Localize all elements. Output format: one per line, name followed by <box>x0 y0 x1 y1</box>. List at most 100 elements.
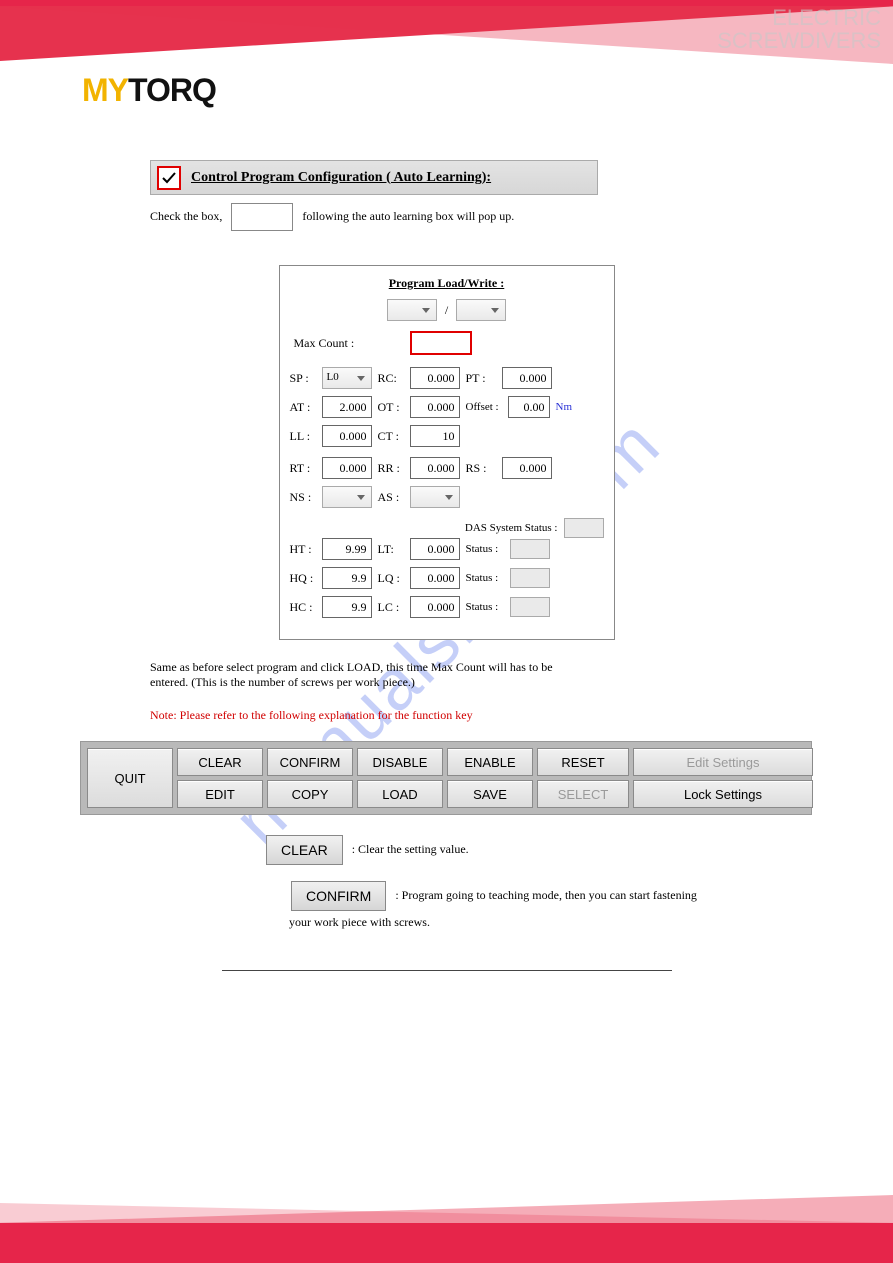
panel-title: Program Load/Write : <box>290 276 604 291</box>
para-load-explain: Same as before select program and click … <box>150 660 813 690</box>
row-hq-lq-status: HQ : 9.9 LQ : 0.000 Status : <box>290 567 604 589</box>
edit-button[interactable]: EDIT <box>177 780 263 808</box>
hr <box>222 970 672 971</box>
status-box-2 <box>510 568 550 588</box>
product-line-1: ELECTRIC <box>717 6 881 29</box>
row-ht-lt-status: HT : 9.99 LT: 0.000 Status : <box>290 538 604 560</box>
pt-input[interactable]: 0.000 <box>502 367 552 389</box>
desc-pre: Check the box, <box>150 209 222 223</box>
checkbox-icon[interactable] <box>157 166 181 190</box>
status-label-1: Status : <box>466 543 506 555</box>
desc-post: following the auto learning box will pop… <box>302 209 514 223</box>
section-title-label: Control Program Configuration ( Auto Lea… <box>191 170 491 186</box>
row-ll-ct: LL : 0.000 CT : 10 <box>290 425 604 447</box>
ll-label: LL : <box>290 429 318 444</box>
clear-button[interactable]: CLEAR <box>177 748 263 776</box>
enable-button[interactable]: ENABLE <box>447 748 533 776</box>
offset-input[interactable]: 0.00 <box>508 396 550 418</box>
sp-label: SP : <box>290 371 318 386</box>
note-text: Note: Please refer to the following expl… <box>150 708 473 722</box>
ct-input[interactable]: 10 <box>410 425 460 447</box>
max-count-row: Max Count : <box>294 331 604 355</box>
row-at-ot-offset: AT :2.000 OT :0.000 Offset :0.00 Nm <box>290 396 604 418</box>
function-key-bar: CLEAR CONFIRM DISABLE ENABLE RESET QUIT … <box>80 741 812 815</box>
ll-input[interactable]: 0.000 <box>322 425 372 447</box>
max-count-label: Max Count : <box>294 336 355 351</box>
offset-label: Offset : <box>466 401 504 413</box>
rc-input[interactable]: 0.000 <box>410 367 460 389</box>
ct-label: CT : <box>378 429 406 444</box>
rt-label: RT : <box>290 461 318 476</box>
pt-label: PT : <box>466 371 498 386</box>
para2-line1: Same as before select program and click … <box>150 660 813 675</box>
confirm-explain: : Program going to teaching mode, then y… <box>395 888 697 902</box>
inline-box-placeholder <box>231 203 293 231</box>
hq-label: HQ : <box>290 571 318 586</box>
rr-input[interactable]: 0.000 <box>410 457 460 479</box>
unit-nm: Nm <box>556 401 573 413</box>
hq-input[interactable]: 9.9 <box>322 567 372 589</box>
ot-input[interactable]: 0.000 <box>410 396 460 418</box>
ns-select[interactable] <box>322 486 372 508</box>
confirm-explain-2: your work piece with screws. <box>289 915 813 930</box>
para2-line2: entered. (This is the number of screws p… <box>150 675 813 690</box>
note-red: Note: Please refer to the following expl… <box>150 708 813 723</box>
footer-triangle-left <box>0 1203 893 1223</box>
row-hc-lc-status: HC : 9.9 LC : 0.000 Status : <box>290 596 604 618</box>
section-desc: Check the box, following the auto learni… <box>150 203 813 231</box>
das-label: DAS System Status : <box>465 522 558 534</box>
rc-label: RC: <box>378 371 406 386</box>
load-button[interactable]: LOAD <box>357 780 443 808</box>
status-label-2: Status : <box>466 572 506 584</box>
das-status-header: DAS System Status : <box>290 518 604 538</box>
status-box-1 <box>510 539 550 559</box>
lt-input[interactable]: 0.000 <box>410 538 460 560</box>
confirm-inline-button[interactable]: CONFIRM <box>291 881 386 911</box>
hc-label: HC : <box>290 600 318 615</box>
copy-button[interactable]: COPY <box>267 780 353 808</box>
sp-select[interactable]: L0 <box>322 367 372 389</box>
clear-explain-row: CLEAR : Clear the setting value. <box>260 833 813 867</box>
load-select[interactable] <box>387 299 437 321</box>
save-button[interactable]: SAVE <box>447 780 533 808</box>
write-select[interactable] <box>456 299 506 321</box>
slash: / <box>445 303 448 318</box>
hc-input[interactable]: 9.9 <box>322 596 372 618</box>
rs-input[interactable]: 0.000 <box>502 457 552 479</box>
at-input[interactable]: 2.000 <box>322 396 372 418</box>
as-label: AS : <box>378 490 406 505</box>
das-status-box <box>564 518 604 538</box>
lq-input[interactable]: 0.000 <box>410 567 460 589</box>
rs-label: RS : <box>466 461 498 476</box>
lc-label: LC : <box>378 600 406 615</box>
select-button[interactable]: SELECT <box>537 780 629 808</box>
logo-torq: TORQ <box>128 72 216 108</box>
lq-label: LQ : <box>378 571 406 586</box>
page-content: Control Program Configuration ( Auto Lea… <box>0 160 893 971</box>
status-label-3: Status : <box>466 601 506 613</box>
logo-my: MY <box>82 72 128 108</box>
disable-button[interactable]: DISABLE <box>357 748 443 776</box>
ot-label: OT : <box>378 400 406 415</box>
ht-input[interactable]: 9.99 <box>322 538 372 560</box>
lc-input[interactable]: 0.000 <box>410 596 460 618</box>
lt-label: LT: <box>378 542 406 557</box>
logo: MYTORQ <box>82 72 216 109</box>
rt-input[interactable]: 0.000 <box>322 457 372 479</box>
max-count-input[interactable] <box>410 331 472 355</box>
as-select[interactable] <box>410 486 460 508</box>
quit-button[interactable]: QUIT <box>87 748 173 808</box>
row-ns-as: NS : AS : <box>290 486 604 508</box>
clear-explain: : Clear the setting value. <box>352 842 469 856</box>
ht-label: HT : <box>290 542 318 557</box>
product-name: ELECTRIC SCREWDIVERS <box>717 6 881 52</box>
footer-banner <box>0 1223 893 1263</box>
edit-settings-button[interactable]: Edit Settings <box>633 748 813 776</box>
confirm-button[interactable]: CONFIRM <box>267 748 353 776</box>
section-title-bar: Control Program Configuration ( Auto Lea… <box>150 160 598 195</box>
clear-inline-button[interactable]: CLEAR <box>266 835 343 865</box>
row-sp-rc-pt: SP : L0 RC: 0.000 PT : 0.000 <box>290 367 604 389</box>
product-line-2: SCREWDIVERS <box>717 29 881 52</box>
lock-settings-button[interactable]: Lock Settings <box>633 780 813 808</box>
reset-button[interactable]: RESET <box>537 748 629 776</box>
